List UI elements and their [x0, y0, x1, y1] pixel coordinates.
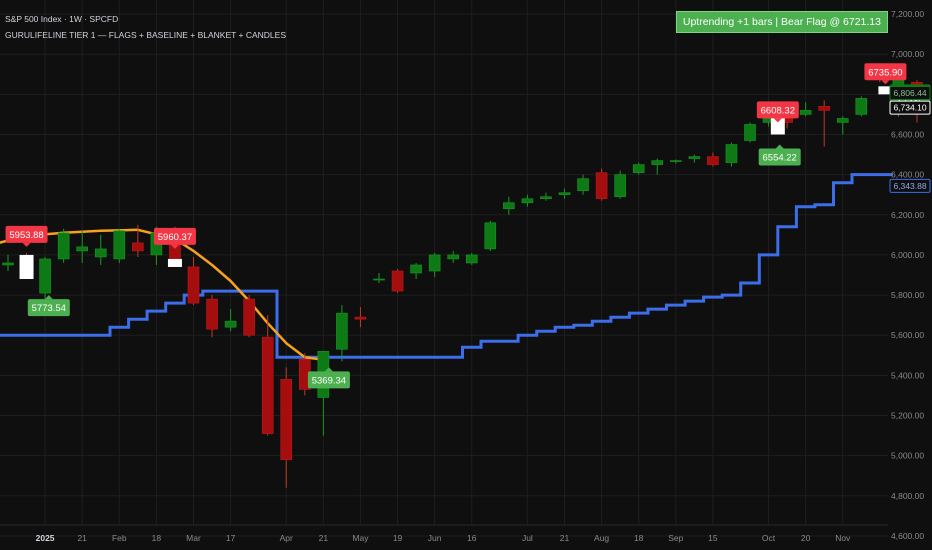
price-tag-text: 6,343.88: [893, 181, 926, 191]
candle-body: [818, 106, 831, 111]
bear-flag-text: 6608.32: [761, 105, 795, 116]
flag-box: [167, 258, 182, 267]
x-tick-label: Feb: [112, 533, 127, 543]
y-tick-label: 6,600.00: [891, 129, 924, 139]
chart-background: [0, 0, 932, 550]
candle-body: [187, 266, 200, 304]
candle-body: [707, 156, 719, 165]
candle-body: [57, 232, 70, 260]
x-tick-label: 15: [708, 533, 718, 543]
candle-body: [669, 160, 682, 162]
candle-body: [465, 254, 478, 264]
y-tick-label: 7,000.00: [891, 49, 924, 59]
candle-body: [614, 174, 626, 198]
candle-body: [540, 196, 552, 200]
x-tick-label: Mar: [186, 533, 201, 543]
x-tick-label: Apr: [280, 533, 293, 543]
candle-body: [132, 242, 144, 252]
candle-body: [744, 124, 756, 141]
bear-flag-text: 5953.88: [9, 230, 43, 241]
x-tick-label: Jun: [428, 533, 442, 543]
candle-body: [354, 316, 367, 320]
candle-body: [799, 110, 812, 115]
price-chart[interactable]: 5953.88 5773.54 5960.37 5369.34 6608.32 6554.…: [0, 0, 932, 550]
x-tick-label: 17: [226, 533, 236, 543]
x-tick-label: 18: [152, 533, 162, 543]
candle-body: [836, 118, 849, 123]
x-tick-label: 21: [560, 533, 570, 543]
candle-body: [688, 156, 701, 159]
x-tick-label: 19: [393, 533, 403, 543]
bear-flag-text: 6735.90: [868, 67, 902, 78]
candle-body: [651, 160, 664, 165]
candle-body: [206, 298, 218, 330]
candle-body: [243, 298, 255, 336]
candle-body: [113, 230, 126, 260]
y-tick-label: 7,200.00: [891, 9, 924, 19]
bull-flag-text: 5773.54: [32, 303, 66, 314]
candle-body: [632, 164, 645, 173]
x-tick-label: 21: [319, 533, 329, 543]
candle-body: [484, 222, 497, 250]
candle-body: [39, 258, 51, 294]
indicator-title[interactable]: GURULIFELINE TIER 1 — FLAGS + BASELINE +…: [5, 30, 286, 40]
x-tick-label: 16: [467, 533, 477, 543]
candle-body: [503, 202, 515, 210]
bear-flag-text: 5960.37: [158, 232, 192, 243]
flag-box: [19, 254, 34, 280]
candle-body: [595, 172, 608, 200]
y-tick-label: 6,200.00: [891, 210, 924, 220]
candle-body: [76, 246, 88, 252]
candle-body: [336, 312, 348, 350]
candle-body: [261, 336, 274, 434]
candle-body: [94, 248, 107, 258]
x-tick-label: 2025: [36, 533, 55, 543]
candle-body: [280, 379, 293, 460]
y-tick-label: 6,400.00: [891, 170, 924, 180]
x-tick-label: 21: [77, 533, 87, 543]
y-tick-label: 5,000.00: [891, 451, 924, 461]
y-tick-label: 5,200.00: [891, 411, 924, 421]
candle-body: [410, 264, 422, 274]
price-tag-text: 6,734.10: [893, 103, 926, 113]
x-tick-label: Nov: [835, 533, 851, 543]
candle-body: [428, 254, 441, 272]
candle-body: [2, 262, 14, 266]
candle-body: [391, 270, 404, 292]
candle-body: [725, 144, 738, 163]
y-tick-label: 4,600.00: [891, 531, 924, 541]
x-tick-label: Jul: [522, 533, 533, 543]
y-tick-label: 5,600.00: [891, 330, 924, 340]
y-tick-label: 5,800.00: [891, 290, 924, 300]
x-tick-label: Aug: [594, 533, 609, 543]
x-tick-label: 20: [801, 533, 811, 543]
x-tick-label: 18: [634, 533, 644, 543]
status-banner: Uptrending +1 bars | Bear Flag @ 6721.13: [675, 11, 888, 33]
x-tick-label: May: [352, 533, 369, 543]
candle-body: [558, 192, 571, 196]
x-tick-label: Oct: [762, 533, 776, 543]
candle-body: [224, 320, 237, 328]
symbol-title[interactable]: S&P 500 Index · 1W · SPCFD: [5, 14, 118, 24]
price-tag-text: 6,806.44: [893, 88, 926, 98]
y-tick-label: 6,000.00: [891, 250, 924, 260]
x-tick-label: Sep: [668, 533, 683, 543]
candle-body: [447, 254, 460, 260]
candle-body: [521, 198, 534, 204]
y-tick-label: 5,400.00: [891, 370, 924, 380]
candle-body: [373, 278, 385, 281]
candle-body: [855, 98, 868, 115]
bull-flag-text: 5369.34: [312, 375, 346, 386]
y-tick-label: 4,800.00: [891, 491, 924, 501]
bull-flag-text: 6554.22: [763, 153, 797, 164]
candle-body: [577, 178, 589, 191]
